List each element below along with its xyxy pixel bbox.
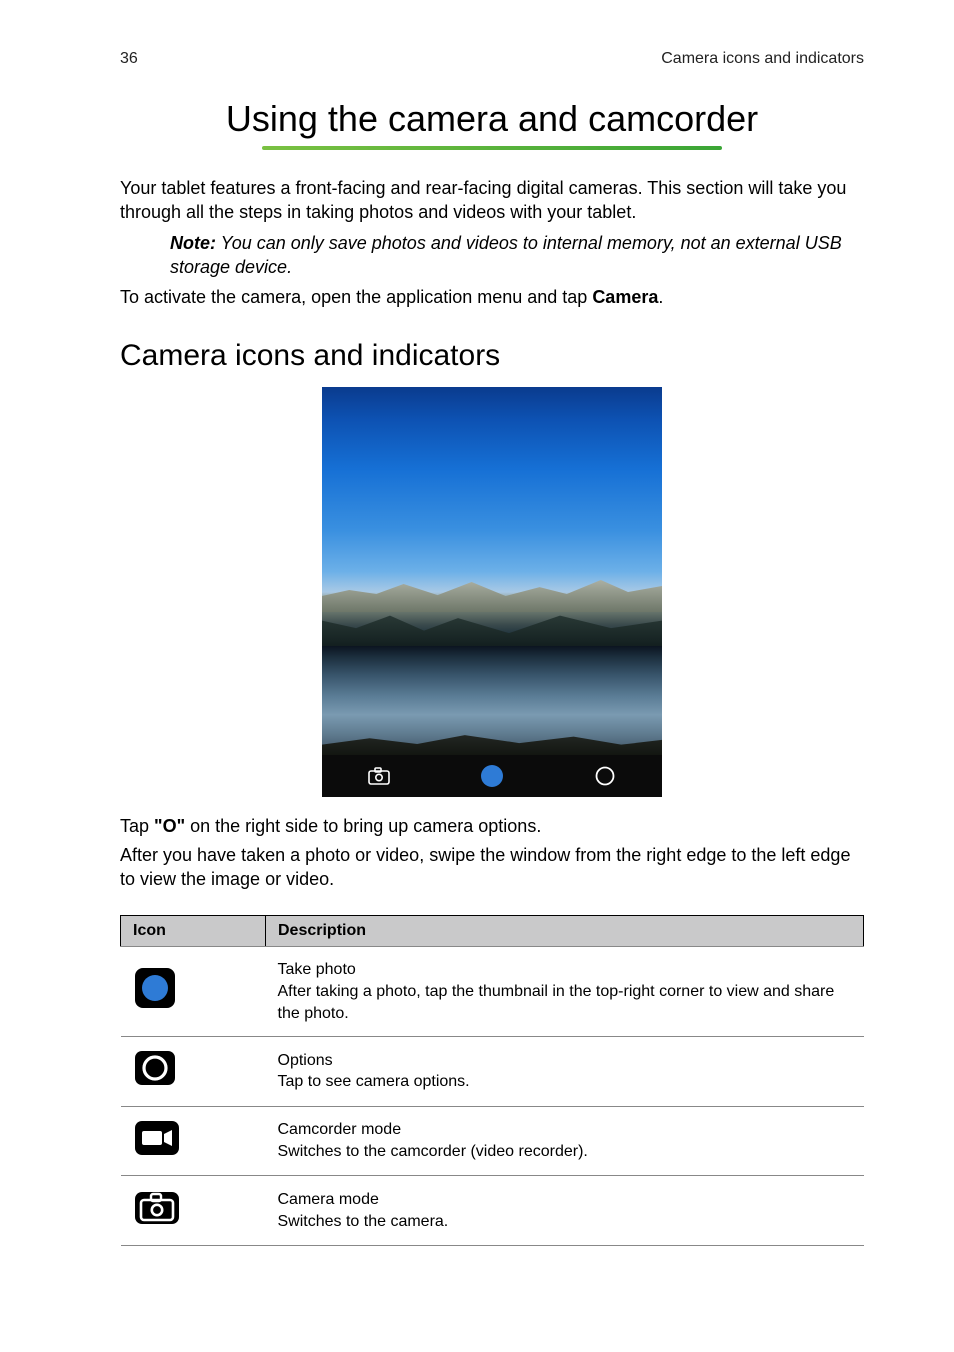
- icon-cell: [121, 947, 266, 1037]
- row-title: Camcorder mode: [278, 1121, 402, 1138]
- mountains-far: [322, 572, 662, 612]
- take-photo-icon: [133, 966, 177, 1010]
- after-photo-paragraph: After you have taken a photo or video, s…: [120, 843, 864, 892]
- mode-switch-button[interactable]: [322, 767, 435, 785]
- description-cell: Take photo After taking a photo, tap the…: [266, 947, 864, 1037]
- activate-prefix: To activate the camera, open the applica…: [120, 287, 592, 307]
- icon-cell: [121, 1176, 266, 1246]
- camera-controls-bar: [322, 755, 662, 797]
- camera-preview: [322, 387, 662, 797]
- row-detail: Switches to the camera.: [278, 1213, 449, 1230]
- camera-mode-icon: [368, 767, 390, 785]
- col-header-description: Description: [266, 916, 864, 947]
- activate-line: To activate the camera, open the applica…: [120, 285, 864, 309]
- options-icon: [133, 1049, 177, 1087]
- document-page: 36 Camera icons and indicators Using the…: [0, 0, 954, 1352]
- tap-prefix: Tap: [120, 816, 154, 836]
- table-row: Camcorder mode Switches to the camcorder…: [121, 1106, 864, 1176]
- page-title: Using the camera and camcorder: [120, 98, 864, 140]
- tap-suffix: on the right side to bring up camera opt…: [185, 816, 541, 836]
- icon-description-table: Icon Description Take photo After taking…: [120, 915, 864, 1246]
- table-row: Options Tap to see camera options.: [121, 1037, 864, 1107]
- take-photo-icon: [479, 763, 505, 789]
- table-row: Take photo After taking a photo, tap the…: [121, 947, 864, 1037]
- row-detail: Tap to see camera options.: [278, 1073, 470, 1090]
- page-header: 36 Camera icons and indicators: [120, 50, 864, 68]
- table-row: Camera mode Switches to the camera.: [121, 1176, 864, 1246]
- title-underline: [262, 146, 722, 150]
- note-label: Note:: [170, 233, 216, 253]
- description-cell: Options Tap to see camera options.: [266, 1037, 864, 1107]
- activate-suffix: .: [658, 287, 663, 307]
- options-icon: [594, 765, 616, 787]
- row-title: Take photo: [278, 961, 356, 978]
- row-title: Camera mode: [278, 1191, 379, 1208]
- col-header-icon: Icon: [121, 916, 266, 947]
- section-heading: Camera icons and indicators: [120, 339, 864, 373]
- table-header-row: Icon Description: [121, 916, 864, 947]
- camcorder-mode-icon: [133, 1119, 181, 1157]
- shutter-button[interactable]: [435, 763, 548, 789]
- note-block: Note: You can only save photos and video…: [170, 231, 864, 280]
- note-text: You can only save photos and videos to i…: [170, 233, 842, 277]
- running-header-text: Camera icons and indicators: [661, 50, 864, 68]
- description-cell: Camcorder mode Switches to the camcorder…: [266, 1106, 864, 1176]
- row-detail: Switches to the camcorder (video recorde…: [278, 1143, 588, 1160]
- page-number: 36: [120, 50, 138, 68]
- camera-mode-icon: [133, 1188, 181, 1226]
- row-detail: After taking a photo, tap the thumbnail …: [278, 983, 835, 1022]
- icon-cell: [121, 1106, 266, 1176]
- options-button[interactable]: [549, 765, 662, 787]
- activate-bold: Camera: [592, 287, 658, 307]
- icon-cell: [121, 1037, 266, 1107]
- tap-instruction: Tap "O" on the right side to bring up ca…: [120, 814, 864, 838]
- camera-preview-figure: [120, 387, 864, 802]
- tap-bold: "O": [154, 816, 185, 836]
- description-cell: Camera mode Switches to the camera.: [266, 1176, 864, 1246]
- row-title: Options: [278, 1052, 333, 1069]
- intro-paragraph: Your tablet features a front-facing and …: [120, 176, 864, 225]
